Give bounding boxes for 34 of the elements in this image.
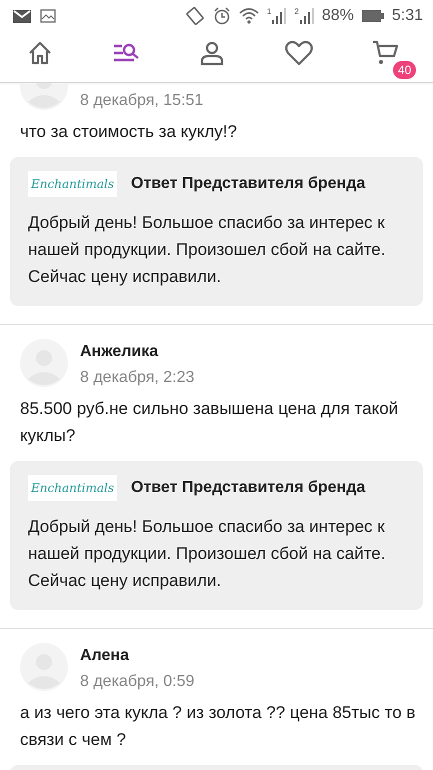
cart-icon [372,39,400,67]
heart-icon [284,40,313,66]
mail-icon [12,8,32,24]
cart-tab[interactable]: 40 [362,35,416,79]
avatar-icon [20,339,68,387]
battery-icon [362,10,384,22]
cart-count-badge: 40 [392,61,416,79]
wifi-icon [238,7,259,25]
brand-logo: Enchantimals [28,171,118,197]
clock: 5:31 [392,7,423,25]
image-icon [40,9,56,23]
avatar-icon [20,643,68,691]
signal-icon [300,8,314,24]
signal-icon [272,8,286,24]
brand-logo: Enchantimals [28,475,118,501]
comment-text: 85.500 руб.не сильно завышена цена для такой куклы? [20,398,400,447]
comment-text: а из чего эта кукла ? из золота ?? цена 85тыс то в связи с чем ? [20,702,416,751]
rotate-icon [184,6,205,26]
home-icon [26,40,53,66]
reply-title: Ответ Представителя бренда [131,175,366,193]
reply-text: Добрый день! Большое спасибо за интерес к нашей продукции. Произошел сбой на сайте. Сейчас цену исправили. [28,516,386,592]
reply-title: Ответ Представителя бренда [131,479,366,497]
reply-text: Добрый день! Большое спасибо за интерес к нашей продукции. Произошел сбой на сайте. Сейчас цену исправили. [28,212,386,288]
comment-date: 8 декабря, 0:59 [80,673,194,691]
sim-number: 2 [294,8,299,16]
comment-date: 8 декабря, 2:23 [80,369,194,387]
author-name: Анжелика [80,343,160,361]
comment-date: 8 декабря, 15:51 [80,92,204,110]
author-name: Алена [80,647,130,665]
comment-text: что за стоимость за куклу!? [20,121,238,143]
battery-percent: 88% [322,7,354,25]
alarm-icon [212,7,231,25]
sim-number: 1 [266,8,272,16]
person-icon [199,40,226,66]
